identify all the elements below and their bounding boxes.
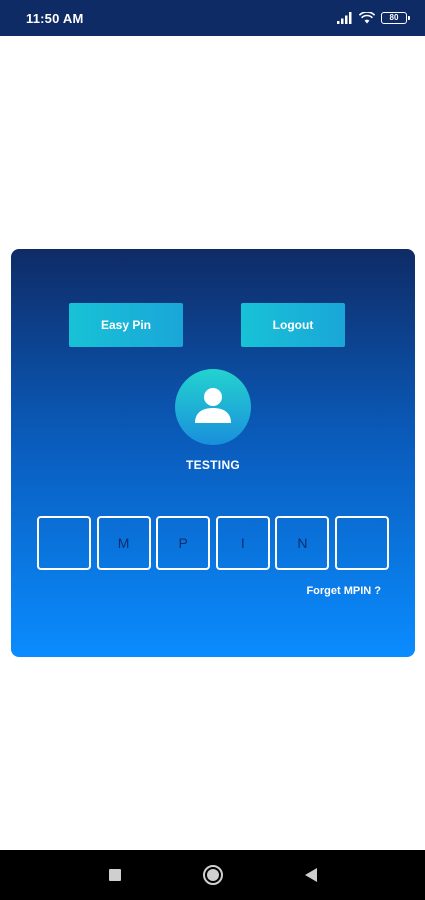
status-icons: 80 — [337, 12, 410, 24]
mpin-input-row: M P I N — [37, 516, 389, 570]
mpin-digit-3[interactable]: P — [156, 516, 211, 570]
easy-pin-button[interactable]: Easy Pin — [69, 303, 183, 347]
mpin-digit-1[interactable] — [37, 516, 91, 570]
signal-icon — [337, 12, 353, 24]
avatar — [175, 369, 251, 445]
logout-button[interactable]: Logout — [241, 303, 345, 347]
wifi-icon — [359, 12, 375, 24]
navigation-bar — [0, 850, 425, 900]
forgot-mpin-link[interactable]: Forget MPIN ? — [306, 585, 381, 597]
battery-icon: 80 — [381, 12, 410, 24]
recent-apps-icon[interactable] — [103, 863, 127, 887]
mpin-digit-6[interactable] — [334, 516, 389, 570]
username-label: TESTING — [185, 458, 241, 472]
user-avatar-icon — [191, 383, 235, 432]
back-icon[interactable] — [299, 863, 323, 887]
login-card: Easy Pin Logout TESTING M P I N Forget M… — [11, 249, 415, 657]
home-icon[interactable] — [201, 863, 225, 887]
mpin-digit-2[interactable]: M — [96, 516, 151, 570]
status-time: 11:50 AM — [26, 10, 84, 26]
mpin-digit-5[interactable]: N — [275, 516, 330, 570]
status-bar: 11:50 AM 80 — [0, 0, 425, 36]
mpin-digit-4[interactable]: I — [215, 516, 270, 570]
